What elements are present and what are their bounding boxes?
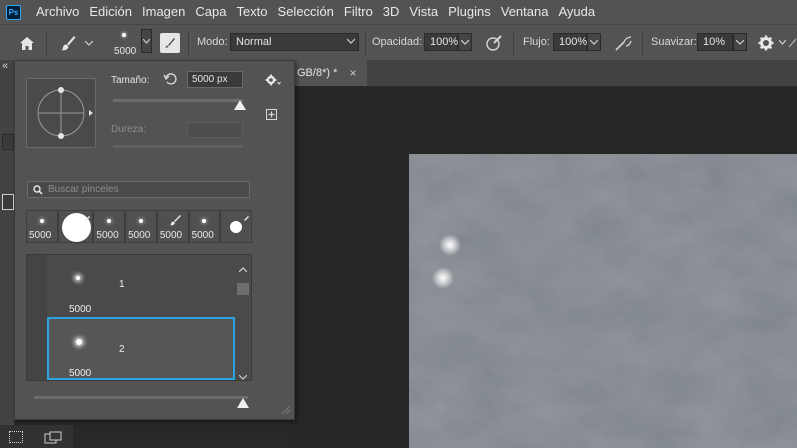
size-input[interactable]: 5000 px [187,71,243,88]
brush-preset-dropdown[interactable] [141,29,152,53]
document-tab-title: GB/8*) * [297,67,338,79]
search-placeholder: Buscar pinceles [48,184,119,195]
canvas-image[interactable] [409,154,797,448]
recent-brush-preset[interactable]: 5000 [188,210,221,243]
options-bar: 5000 Modo: Normal Opacidad: 100% Flujo: … [0,24,797,60]
size-slider-track[interactable] [113,99,243,102]
brush-tip-dot [39,219,44,223]
smoothing-label: Suavizar: [651,36,697,48]
tool-slot[interactable] [2,194,14,210]
opacity-input[interactable]: 100% [424,33,458,51]
home-icon[interactable] [18,34,36,52]
recent-brush-preset[interactable]: 5000 [156,210,189,243]
pressure-opacity-icon[interactable] [484,33,504,53]
chevron-up-icon[interactable] [238,261,248,275]
brush-preset-picker[interactable]: 5000 [108,29,142,57]
menu-ayuda[interactable]: Ayuda [553,0,600,24]
chevron-down-icon[interactable] [84,38,94,48]
recent-brush-preset[interactable]: 5000 [26,210,58,243]
panel-gear-icon[interactable] [265,74,281,89]
smoothing-input[interactable]: 10% [697,33,733,51]
menu-vista[interactable]: Vista [404,0,443,24]
brush-search-input[interactable]: Buscar pinceles [27,181,250,198]
brush-tip-thumbnail [76,339,82,345]
recent-brushes-row: 5000 5000 5000 5000 5000 [26,210,252,245]
brush-tip-preview [122,33,126,37]
new-preset-icon[interactable] [266,109,277,120]
brush-dab [432,267,454,289]
gear-icon[interactable] [756,33,776,53]
mode-value: Normal [236,36,272,48]
brush-list-item[interactable]: 5000 1 [47,255,235,318]
document-tab[interactable]: GB/8*) * × [295,60,367,86]
resize-grip-icon[interactable] [281,404,291,418]
scrollbar-thumb[interactable] [237,283,249,295]
document-tab-bar: GB/8*) * × [295,60,797,87]
menu-capa[interactable]: Capa [190,0,231,24]
chevron-down-icon[interactable] [778,38,786,46]
menu-seleccion[interactable]: Selección [273,0,339,24]
collapse-panels-icon[interactable]: « [2,60,8,72]
bottom-tool-row [0,425,73,448]
mode-label: Modo: [197,36,228,48]
menu-archivo[interactable]: Archivo [31,0,84,24]
brush-preset-icon [82,212,91,226]
flow-label: Flujo: [523,36,550,48]
brush-settings-panel-icon[interactable] [160,33,180,53]
flow-dropdown[interactable] [587,33,601,51]
recent-brush-preset[interactable]: 5000 [125,210,157,243]
brush-angle-preview[interactable] [26,78,96,148]
mode-select[interactable]: Normal [230,33,359,51]
opacity-dropdown[interactable] [458,33,472,51]
opacity-label: Opacidad: [372,36,423,48]
brush-tip-thumbnail [76,276,80,280]
size-slider-thumb[interactable] [234,100,246,110]
tool-slot[interactable] [2,134,14,150]
recent-brush-preset[interactable]: 5000 [93,210,126,243]
brush-preset-icon [169,214,181,229]
smoothing-dropdown[interactable] [733,33,747,51]
brush-list-item[interactable]: 5000 2 [47,317,235,380]
hardness-input [187,122,243,138]
menu-3d[interactable]: 3D [378,0,405,24]
hardness-slider-track [113,145,243,148]
close-icon[interactable]: × [346,60,360,86]
photoshop-logo: Ps [6,4,21,20]
reset-size-icon[interactable] [163,72,177,89]
brush-tip-dot [202,219,207,223]
menu-edicion[interactable]: Edición [84,0,137,24]
brush-dab [439,234,461,256]
brush-preset-panel: Tamaño: 5000 px Dureza: Buscar pinceles … [14,60,295,420]
hardness-label: Dureza: [111,124,147,135]
chevron-down-icon [346,34,356,53]
menu-imagen[interactable]: Imagen [137,0,190,24]
flow-input[interactable]: 100% [553,33,587,51]
brush-tool-icon[interactable] [58,33,78,53]
brush-list-gutter [27,255,47,380]
airbrush-icon[interactable] [613,33,635,53]
size-label: Tamaño: [111,75,150,86]
brush-preset-icon [241,212,249,226]
screen-mode-icon[interactable] [44,431,62,447]
menu-filtro[interactable]: Filtro [339,0,378,24]
recent-brush-preset[interactable] [57,210,94,243]
preview-size-slider-thumb[interactable] [237,398,249,408]
preview-size-slider-track[interactable] [34,396,248,399]
menu-ventana[interactable]: Ventana [496,0,554,24]
brush-list-scrollbar[interactable] [235,255,251,380]
brush-tip-dot [107,219,112,223]
quick-mask-icon[interactable] [9,431,23,443]
brush-tip-dot [138,219,143,223]
brush-size-label: 5000 [114,46,137,57]
menu-texto[interactable]: Texto [231,0,272,24]
menu-plugins[interactable]: Plugins [443,0,496,24]
brush-list: 5000 1 5000 2 [26,254,252,381]
recent-brush-preset[interactable] [220,210,252,243]
symmetry-icon[interactable] [788,33,797,53]
chevron-down-icon[interactable] [238,369,248,380]
search-icon [33,185,43,200]
menu-bar: Ps Archivo Edición Imagen Capa Texto Sel… [0,0,797,24]
tools-panel: « [0,60,14,448]
